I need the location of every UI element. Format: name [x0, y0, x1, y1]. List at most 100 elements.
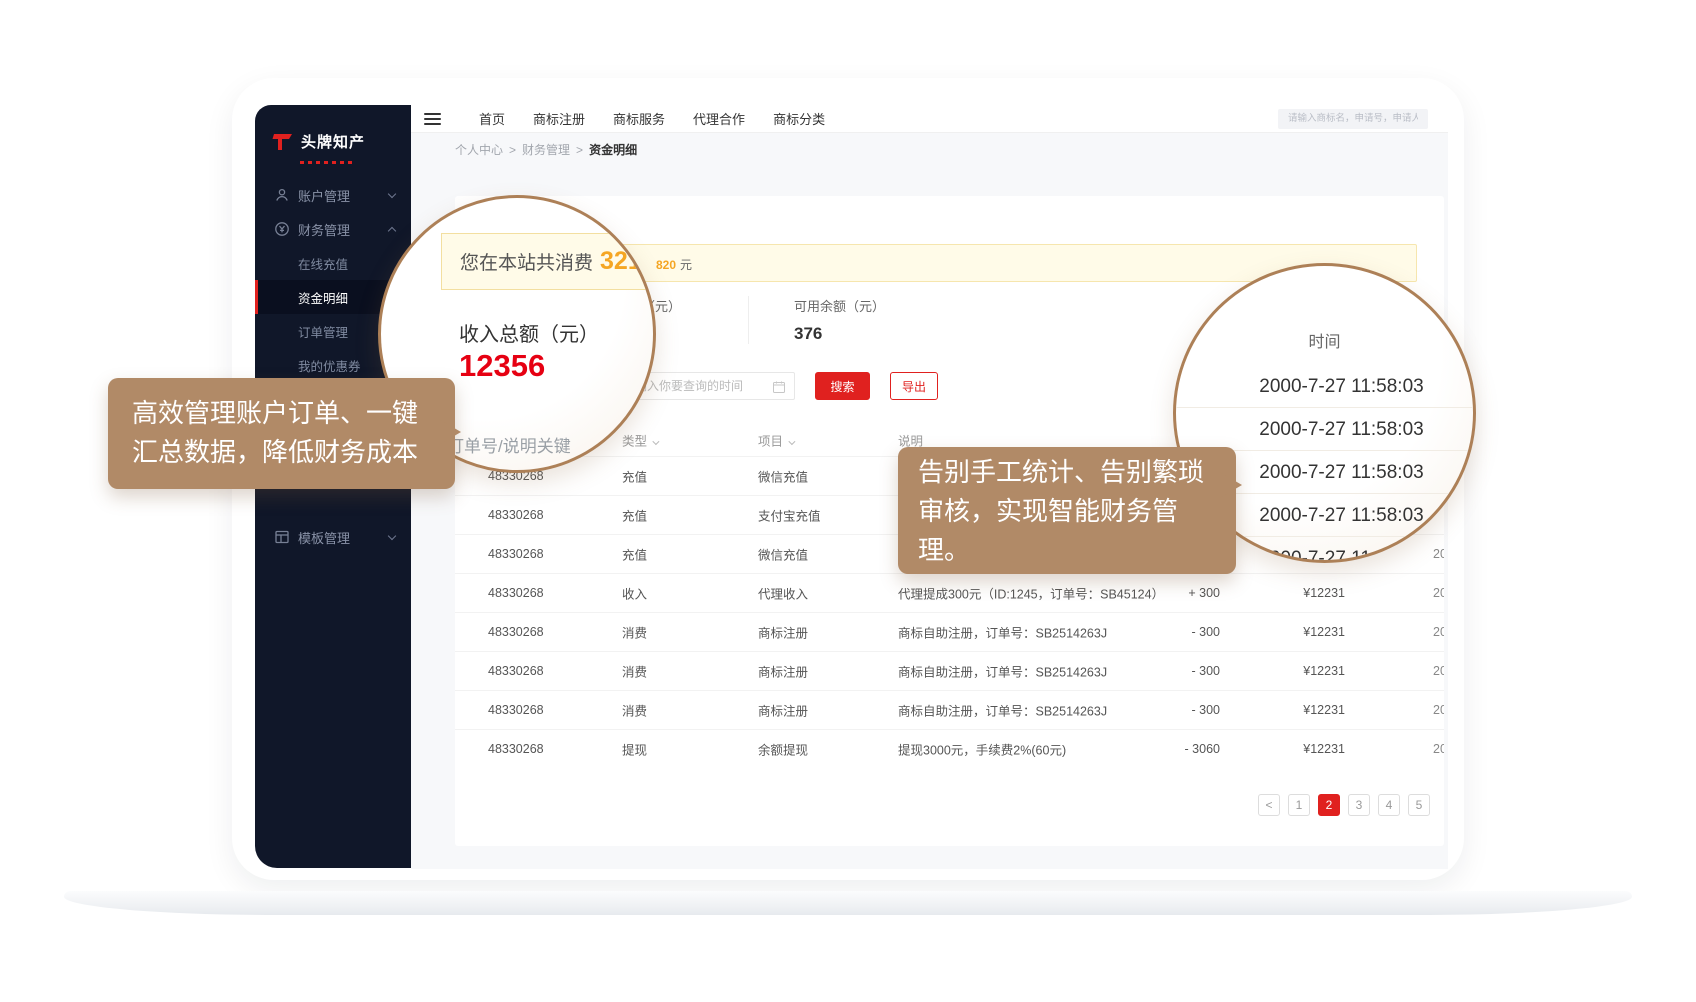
consumption-banner-text: 820元 — [656, 256, 692, 273]
table-row[interactable]: 48330268 消费 商标注册 商标自助注册，订单号：SB2514263J - 300… — [455, 690, 1444, 729]
magnified-income-label: 收入总额（元） — [459, 318, 599, 347]
cell-time: 2000-7-27 11:58:03 — [1433, 625, 1444, 639]
search-button[interactable]: 搜索 — [815, 372, 870, 400]
cell-description: 商标自助注册，订单号：SB2514263J — [898, 623, 1107, 642]
cell-type: 消费 — [622, 623, 647, 642]
cell-order: 48330268 — [488, 742, 544, 756]
cell-order: 48330268 — [488, 586, 544, 600]
cell-description: 商标自助注册，订单号：SB2514263J — [898, 701, 1107, 720]
cell-amount: + 300 — [1135, 586, 1220, 600]
top-nav-item-商标分类[interactable]: 商标分类 — [773, 109, 825, 128]
pagination-page-5[interactable]: 5 — [1408, 794, 1430, 816]
top-nav-item-商标服务[interactable]: 商标服务 — [613, 109, 665, 128]
magnified-time-value: 2000-7-27 11:58:03 — [1176, 365, 1473, 408]
export-button[interactable]: 导出 — [890, 372, 938, 400]
stat-balance: 可用余额（元） 376 — [748, 296, 885, 344]
cell-time: 2000-7-27 11:58:03 — [1433, 742, 1444, 756]
sidebar-item-模板管理[interactable]: 模板管理 — [255, 520, 411, 554]
table-header-项目[interactable]: 项目 — [758, 431, 793, 450]
cell-amount: - 3060 — [1135, 742, 1220, 756]
breadcrumb-item: 资金明细 — [589, 141, 637, 158]
table-header-类型[interactable]: 类型 — [622, 431, 657, 450]
pagination: <12345 — [1258, 794, 1430, 816]
chevron-down-icon — [388, 532, 396, 540]
stat-balance-value: 376 — [794, 324, 885, 344]
cell-project: 余额提现 — [758, 740, 808, 759]
cell-order: 48330268 — [488, 625, 544, 639]
template-icon — [274, 529, 290, 545]
cell-type: 提现 — [622, 740, 647, 759]
cell-project: 商标注册 — [758, 623, 808, 642]
cell-type: 消费 — [622, 662, 647, 681]
cell-project: 商标注册 — [758, 662, 808, 681]
top-nav-item-代理合作[interactable]: 代理合作 — [693, 109, 745, 128]
top-nav-item-商标注册[interactable]: 商标注册 — [533, 109, 585, 128]
chevron-up-icon — [388, 227, 396, 235]
cell-order: 48330268 — [488, 547, 544, 561]
calendar-icon[interactable] — [773, 380, 785, 398]
magnified-consumption-banner: 您在本站共消费 32124 元 — [441, 233, 656, 290]
breadcrumb-separator: > — [509, 143, 516, 157]
cell-amount: - 300 — [1135, 625, 1220, 639]
table-row[interactable]: 48330268 提现 余额提现 提现3000元，手续费2%(60元) - 3060 ¥1… — [455, 729, 1444, 768]
laptop-base — [64, 891, 1632, 915]
pagination-page-2[interactable]: 2 — [1318, 794, 1340, 816]
pagination-page-1[interactable]: 1 — [1288, 794, 1310, 816]
cell-type: 充值 — [622, 545, 647, 564]
table-row[interactable]: 48330268 消费 商标注册 商标自助注册，订单号：SB2514263J - 300… — [455, 651, 1444, 690]
pagination-page-4[interactable]: 4 — [1378, 794, 1400, 816]
sidebar-subitem-在线充值[interactable]: 在线充值 — [255, 246, 411, 280]
top-nav-item-首页[interactable]: 首页 — [479, 109, 505, 128]
table-row[interactable]: 48330268 消费 商标注册 商标自助注册，订单号：SB2514263J - 300… — [455, 612, 1444, 651]
top-nav-links: 首页 商标注册 商标服务 代理合作 商标分类 — [479, 109, 825, 128]
breadcrumb: 个人中心>财务管理>资金明细 — [411, 133, 1448, 166]
sidebar-item-账户管理[interactable]: 账户管理 — [255, 178, 411, 212]
breadcrumb-item[interactable]: 个人中心 — [455, 141, 503, 158]
sidebar-subitem-label: 我的优惠券 — [298, 356, 361, 375]
sidebar-item-label: 账户管理 — [298, 186, 350, 205]
cell-amount: - 300 — [1135, 703, 1220, 717]
breadcrumb-item[interactable]: 财务管理 — [522, 141, 570, 158]
cell-project: 微信充值 — [758, 467, 808, 486]
cell-type: 收入 — [622, 584, 647, 603]
cell-type: 充值 — [622, 506, 647, 525]
magnified-time-value: 2000-7-27 11:58:03 — [1176, 408, 1473, 451]
cell-description: 代理提成300元（ID:1245，订单号：SB45124） — [898, 584, 1164, 603]
page: 头牌知产 账户管理财务管理在线充值资金明细订单管理我的优惠券我的发票模板管理 首… — [0, 0, 1696, 1002]
cell-project: 代理收入 — [758, 584, 808, 603]
user-icon — [274, 187, 290, 203]
finance-icon — [274, 221, 290, 237]
cell-project: 商标注册 — [758, 701, 808, 720]
cell-time: 2000-7-27 11:58:03 — [1433, 664, 1444, 678]
cell-order: 48330268 — [488, 703, 544, 717]
pagination-prev-button[interactable]: < — [1258, 794, 1280, 816]
cell-description: 提现3000元，手续费2%(60元) — [898, 740, 1066, 759]
callout-left: 高效管理账户订单、一键汇总数据，降低财务成本 — [108, 378, 455, 489]
sidebar-subitem-label: 在线充值 — [298, 254, 348, 273]
stat-balance-label: 可用余额（元） — [794, 296, 885, 315]
sidebar-item-label: 财务管理 — [298, 220, 350, 239]
pagination-page-3[interactable]: 3 — [1348, 794, 1370, 816]
sidebar-item-label: 模板管理 — [298, 528, 350, 547]
cell-type: 消费 — [622, 701, 647, 720]
sort-caret-icon — [652, 438, 659, 445]
sort-caret-icon — [788, 438, 795, 445]
table-row[interactable]: 48330268 收入 代理收入 代理提成300元（ID:1245，订单号：SB451… — [455, 573, 1444, 612]
magnified-income-value: 12356 — [459, 348, 545, 384]
trademark-search-input[interactable] — [1278, 109, 1428, 129]
cell-project: 支付宝充值 — [758, 506, 821, 525]
brand-name: 头牌知产 — [301, 131, 365, 152]
sidebar-item-财务管理[interactable]: 财务管理 — [255, 212, 411, 246]
brand-logo[interactable]: 头牌知产 — [255, 105, 411, 158]
hamburger-menu-icon[interactable] — [424, 110, 441, 128]
cell-description: 商标自助注册，订单号：SB2514263J — [898, 662, 1107, 681]
cell-balance: ¥12231 — [1265, 742, 1345, 756]
brand-tagline-decoration — [300, 161, 354, 164]
cell-amount: - 300 — [1135, 664, 1220, 678]
sidebar-subitem-label: 资金明细 — [298, 288, 348, 307]
cell-balance: ¥12231 — [1265, 625, 1345, 639]
top-navbar: 首页 商标注册 商标服务 代理合作 商标分类 — [411, 105, 1448, 133]
cell-order: 48330268 — [488, 664, 544, 678]
callout-right: 告别手工统计、告别繁琐审核，实现智能财务管理。 — [898, 447, 1236, 574]
brand-logo-icon — [272, 133, 294, 151]
